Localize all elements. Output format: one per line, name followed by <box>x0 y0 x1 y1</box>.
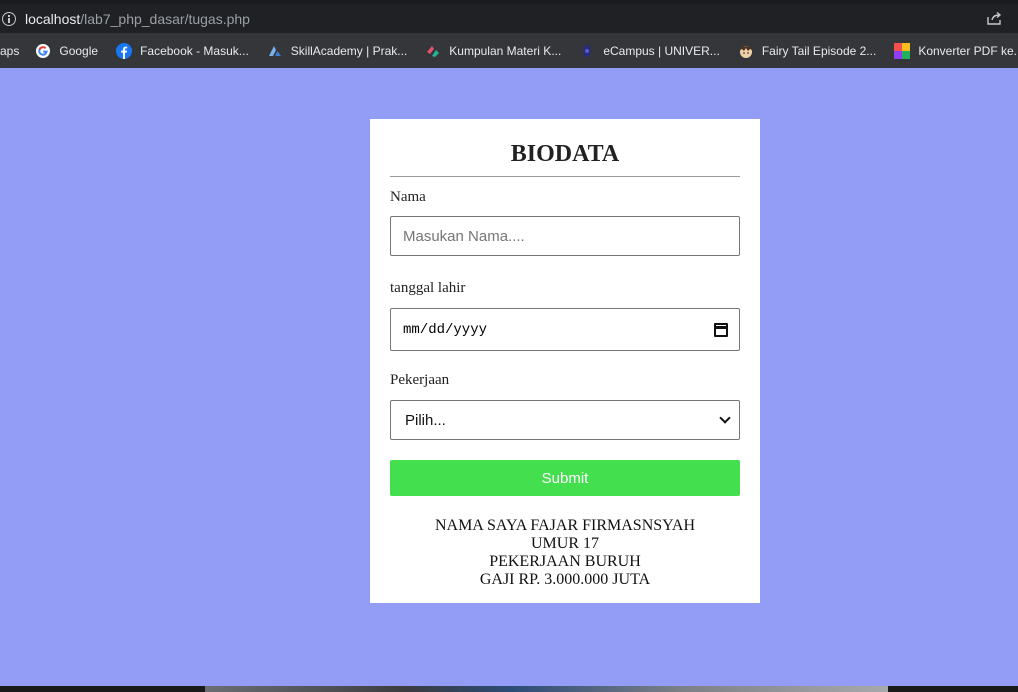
title-divider <box>390 176 740 177</box>
bookmark-pdf[interactable]: Konverter PDF ke... <box>894 42 1018 59</box>
bookmark-materi[interactable]: Kumpulan Materi K... <box>425 43 561 59</box>
url-host: localhost <box>25 10 81 27</box>
nama-input[interactable] <box>390 216 740 256</box>
pekerjaan-label: Pekerjaan <box>390 372 450 388</box>
result-line: PEKERJAAN BURUH <box>489 553 641 570</box>
background-image-strip <box>205 686 888 692</box>
nama-label: Nama <box>390 189 426 205</box>
pdf-icon <box>894 42 911 59</box>
url-text[interactable]: localhost/lab7_php_dasar/tugas.php <box>25 11 250 27</box>
url-path: /lab7_php_dasar/tugas.php <box>80 10 250 27</box>
bookmark-label: eCampus | UNIVER... <box>603 43 720 58</box>
bookmark-label: Kumpulan Materi K... <box>449 43 562 58</box>
tanggal-lahir-label: tanggal lahir <box>390 280 466 296</box>
result-line: NAMA SAYA FAJAR FIRMASNSYAH <box>434 517 696 534</box>
materi-icon <box>427 45 440 57</box>
chevron-down-icon <box>719 412 731 424</box>
pekerjaan-selected-value: Pilih... <box>405 411 446 429</box>
page-background: BIODATA Nama tanggal lahir mm/dd/yyyy Pe… <box>0 68 1018 686</box>
fairytail-icon <box>739 45 752 58</box>
bookmark-apps[interactable]: aps <box>0 44 19 58</box>
share-icon[interactable] <box>987 12 1002 25</box>
bookmark-label: Konverter PDF ke... <box>918 43 1018 58</box>
bookmark-label: Google <box>59 43 99 58</box>
date-placeholder: mm/dd/yyyy <box>403 321 488 338</box>
skillacademy-icon <box>268 45 281 56</box>
address-bar[interactable]: localhost/lab7_php_dasar/tugas.php <box>0 4 1018 33</box>
google-icon <box>36 43 51 58</box>
bookmark-fairytail[interactable]: Fairy Tail Episode 2... <box>738 43 877 59</box>
bottom-strip <box>0 686 1018 692</box>
biodata-card: BIODATA Nama tanggal lahir mm/dd/yyyy Pe… <box>370 119 760 603</box>
tanggal-lahir-input[interactable]: mm/dd/yyyy <box>390 308 740 351</box>
bookmarks-bar: aps Google Facebook - Masuk... SkillAcad… <box>0 33 1018 68</box>
bookmark-ecampus[interactable]: eCampus | UNIVER... <box>579 43 720 59</box>
bookmark-label: SkillAcademy | Prak... <box>290 43 408 58</box>
bookmark-label: Fairy Tail Episode 2... <box>761 43 877 58</box>
result-output: NAMA SAYA FAJAR FIRMASNSYAH UMUR 17 PEKE… <box>390 517 740 589</box>
calendar-icon[interactable] <box>714 322 728 337</box>
bookmark-label: Facebook - Masuk... <box>140 43 249 58</box>
result-line: UMUR 17 <box>530 535 599 552</box>
info-icon[interactable] <box>2 11 16 26</box>
bookmark-skillacademy[interactable]: SkillAcademy | Prak... <box>267 43 407 59</box>
submit-button[interactable]: Submit <box>390 460 740 496</box>
pekerjaan-select[interactable]: Pilih... <box>390 400 740 440</box>
facebook-icon <box>116 42 133 59</box>
page-title: BIODATA <box>510 141 620 167</box>
bookmark-facebook[interactable]: Facebook - Masuk... <box>116 42 249 59</box>
result-line: GAJI RP. 3.000.000 JUTA <box>479 571 651 588</box>
ecampus-icon <box>583 43 592 58</box>
bookmark-google[interactable]: Google <box>35 43 98 59</box>
